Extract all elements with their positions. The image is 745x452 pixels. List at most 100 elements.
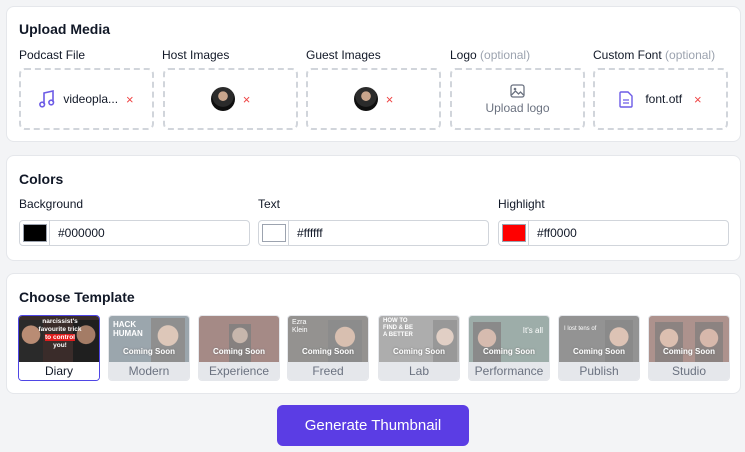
- template-studio-thumbnail: Coming Soon: [649, 316, 729, 362]
- template-freed: Ezra Klein Coming Soon Freed: [287, 315, 369, 381]
- remove-host-image-button[interactable]: ×: [243, 93, 251, 106]
- template-experience-label: Experience: [199, 362, 279, 380]
- custom-font-file-name: font.otf: [645, 92, 683, 106]
- podcast-file-name: videopla...: [63, 92, 119, 106]
- host-images-label: Host Images: [162, 48, 230, 62]
- remove-podcast-file-button[interactable]: ×: [126, 93, 134, 106]
- remove-font-button[interactable]: ×: [694, 93, 702, 106]
- diary-caption-line4: you!: [53, 342, 67, 349]
- modern-coming-soon: Coming Soon: [123, 347, 175, 356]
- modern-thumb-line2: HUMAN: [113, 329, 143, 338]
- remove-guest-image-button[interactable]: ×: [386, 93, 394, 106]
- colors-card: Colors Background Text Highlight #000000…: [6, 155, 741, 261]
- highlight-hex-value[interactable]: #ff0000: [529, 226, 577, 240]
- publish-coming-soon: Coming Soon: [573, 347, 625, 356]
- template-lab-thumbnail: HOW TO FIND & BE A BETTER Coming Soon: [379, 316, 459, 362]
- custom-font-label-text: Custom Font: [593, 48, 662, 62]
- modern-thumb-text: HACK HUMAN: [113, 320, 143, 338]
- background-color-label: Background: [19, 197, 84, 211]
- diary-caption-highlight: to control: [45, 334, 75, 341]
- template-diary[interactable]: narcissist's favourite trick to control …: [18, 315, 100, 381]
- template-studio-label: Studio: [649, 362, 729, 380]
- freed-thumb-line1: Ezra: [292, 319, 307, 326]
- text-color-picker[interactable]: [259, 221, 289, 245]
- template-performance-thumbnail: It's all Coming Soon: [469, 316, 549, 362]
- studio-face-right: [695, 322, 723, 362]
- text-hex-value[interactable]: #ffffff: [289, 226, 323, 240]
- lab-thumb-line3: A BETTER: [383, 332, 413, 338]
- template-card: Choose Template narcissist's favourite t…: [6, 273, 741, 394]
- highlight-color-input[interactable]: #ff0000: [498, 220, 729, 246]
- performance-thumb-text: It's all: [522, 326, 543, 335]
- host-images-dropzone[interactable]: ×: [163, 68, 298, 130]
- modern-thumb-line1: HACK: [113, 320, 137, 329]
- studio-coming-soon: Coming Soon: [663, 347, 715, 356]
- template-freed-thumbnail: Ezra Klein Coming Soon: [288, 316, 368, 362]
- image-icon: [510, 83, 525, 98]
- template-publish: I lost tens of Coming Soon Publish: [558, 315, 640, 381]
- guest-images-dropzone[interactable]: ×: [306, 68, 441, 130]
- performance-coming-soon: Coming Soon: [483, 347, 535, 356]
- template-studio: Coming Soon Studio: [648, 315, 730, 381]
- template-diary-thumbnail: narcissist's favourite trick to control …: [19, 316, 99, 362]
- logo-label: Logo (optional): [450, 48, 530, 62]
- template-diary-label: Diary: [19, 362, 99, 380]
- generate-thumbnail-button[interactable]: Generate Thumbnail: [277, 405, 469, 446]
- music-note-icon: [39, 90, 55, 108]
- performance-face: [473, 322, 501, 362]
- logo-optional-text: (optional): [480, 48, 531, 62]
- freed-thumb-line2: Klein: [292, 327, 308, 334]
- podcast-file-label: Podcast File: [19, 48, 86, 62]
- freed-thumb-text: Ezra Klein: [292, 319, 308, 335]
- guest-avatar: [353, 87, 378, 111]
- experience-coming-soon: Coming Soon: [213, 347, 265, 356]
- logo-dropzone[interactable]: Upload logo: [450, 68, 585, 130]
- publish-thumb-text: I lost tens of: [564, 326, 597, 332]
- template-freed-label: Freed: [288, 362, 368, 380]
- file-text-icon: [619, 90, 634, 108]
- colors-title: Colors: [19, 171, 64, 187]
- lab-thumb-line2: FIND & BE: [383, 325, 413, 331]
- guest-images-label: Guest Images: [306, 48, 381, 62]
- highlight-swatch: [501, 224, 526, 242]
- lab-thumb-line1: HOW TO: [383, 318, 408, 324]
- highlight-color-label: Highlight: [498, 197, 545, 211]
- template-performance-label: Performance: [469, 362, 549, 380]
- choose-template-title: Choose Template: [19, 289, 135, 305]
- template-experience: Coming Soon Experience: [198, 315, 280, 381]
- background-color-input[interactable]: #000000: [19, 220, 250, 246]
- template-publish-thumbnail: I lost tens of Coming Soon: [559, 316, 639, 362]
- diary-thumb-caption: narcissist's favourite trick to control …: [33, 318, 87, 350]
- custom-font-dropzone[interactable]: font.otf ×: [593, 68, 728, 130]
- text-color-label: Text: [258, 197, 281, 211]
- upload-logo-text: Upload logo: [485, 100, 550, 115]
- template-modern-thumbnail: HACK HUMAN Coming Soon: [109, 316, 189, 362]
- template-modern: HACK HUMAN Coming Soon Modern: [108, 315, 190, 381]
- text-swatch: [261, 224, 286, 242]
- freed-coming-soon: Coming Soon: [302, 347, 354, 356]
- template-publish-label: Publish: [559, 362, 639, 380]
- background-color-picker[interactable]: [20, 221, 50, 245]
- background-hex-value[interactable]: #000000: [50, 226, 105, 240]
- experience-figure: [229, 324, 251, 362]
- custom-font-optional-text: (optional): [665, 48, 716, 62]
- diary-caption-line2: favourite trick: [38, 326, 82, 333]
- diary-caption-line1: narcissist's: [42, 318, 78, 325]
- template-experience-thumbnail: Coming Soon: [199, 316, 279, 362]
- upload-media-card: Upload Media Podcast File Host Images Gu…: [6, 6, 741, 142]
- background-swatch: [22, 224, 47, 242]
- template-lab-label: Lab: [379, 362, 459, 380]
- text-color-input[interactable]: #ffffff: [258, 220, 489, 246]
- studio-face-left: [655, 322, 683, 362]
- template-modern-label: Modern: [109, 362, 189, 380]
- lab-coming-soon: Coming Soon: [393, 347, 445, 356]
- logo-label-text: Logo: [450, 48, 477, 62]
- podcast-file-dropzone[interactable]: videopla... ×: [19, 68, 154, 130]
- highlight-color-picker[interactable]: [499, 221, 529, 245]
- lab-thumb-text: HOW TO FIND & BE A BETTER: [383, 318, 413, 339]
- host-avatar: [210, 87, 235, 111]
- custom-font-label: Custom Font (optional): [593, 48, 715, 62]
- template-performance: It's all Coming Soon Performance: [468, 315, 550, 381]
- diary-caption-line3: to control: [33, 334, 87, 342]
- template-lab: HOW TO FIND & BE A BETTER Coming Soon La…: [378, 315, 460, 381]
